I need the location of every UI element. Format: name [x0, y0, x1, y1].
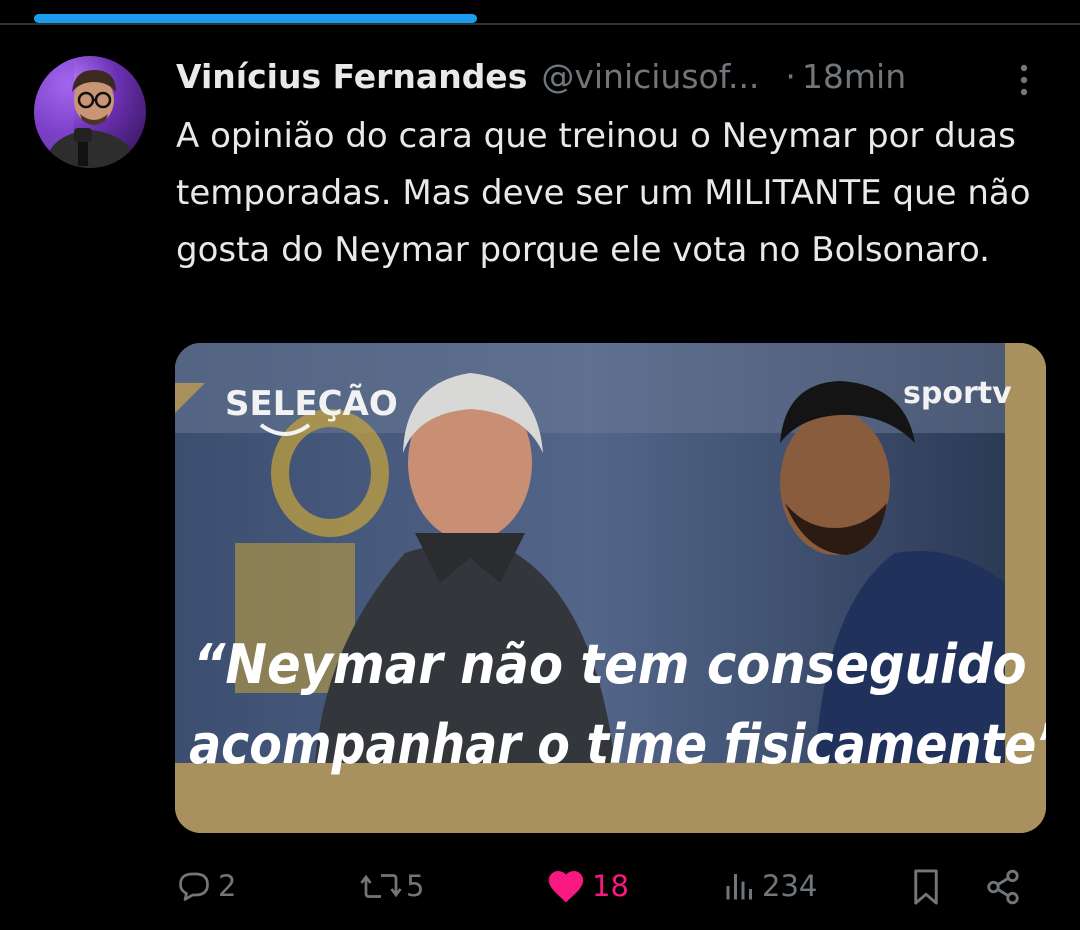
- progress-track: [0, 23, 1080, 25]
- share-icon: [987, 869, 1019, 905]
- repost-count: 5: [406, 869, 425, 903]
- reply-count: 2: [218, 869, 237, 903]
- avatar-photo-icon: [34, 56, 138, 168]
- media-quote-line-1: “Neymar não tem conseguido: [193, 634, 1026, 696]
- reply-button[interactable]: 2: [176, 868, 236, 904]
- action-bar: 2 5 18 234: [0, 856, 1080, 916]
- more-vertical-icon: [1020, 64, 1028, 96]
- progress-bar: [34, 14, 477, 23]
- more-options-button[interactable]: [1012, 60, 1036, 100]
- repost-button[interactable]: 5: [360, 868, 424, 904]
- tweet-time[interactable]: 18min: [802, 57, 906, 96]
- like-icon: [548, 870, 584, 903]
- avatar[interactable]: [34, 56, 146, 168]
- tweet-header: Vinícius Fernandes @viniciusof... · 18mi…: [176, 54, 1046, 98]
- tweet-media[interactable]: SELEÇÃO sportv “Neymar não tem conseguid…: [175, 343, 1046, 833]
- share-button[interactable]: [984, 868, 1022, 906]
- bookmark-button[interactable]: [908, 868, 944, 906]
- views-count: 234: [762, 869, 818, 903]
- views-icon: [726, 874, 752, 900]
- brand-selecao-label: SELEÇÃO: [225, 383, 398, 424]
- like-button[interactable]: 18: [546, 868, 629, 904]
- author-name[interactable]: Vinícius Fernandes: [176, 57, 527, 96]
- views-button[interactable]: 234: [722, 868, 817, 904]
- reply-icon: [179, 872, 209, 901]
- like-count: 18: [592, 869, 629, 903]
- media-image: SELEÇÃO sportv “Neymar não tem conseguid…: [175, 343, 1046, 833]
- tweet-text: A opinião do cara que treinou o Neymar p…: [176, 116, 1031, 270]
- brand-sportv-label: sportv: [903, 376, 1012, 411]
- separator-dot: ·: [785, 56, 796, 96]
- repost-icon: [360, 874, 402, 898]
- bookmark-icon: [914, 869, 938, 905]
- media-quote-line-2: acompanhar o time fisicamente”: [189, 713, 1046, 776]
- author-handle[interactable]: @viniciusof...: [541, 57, 759, 96]
